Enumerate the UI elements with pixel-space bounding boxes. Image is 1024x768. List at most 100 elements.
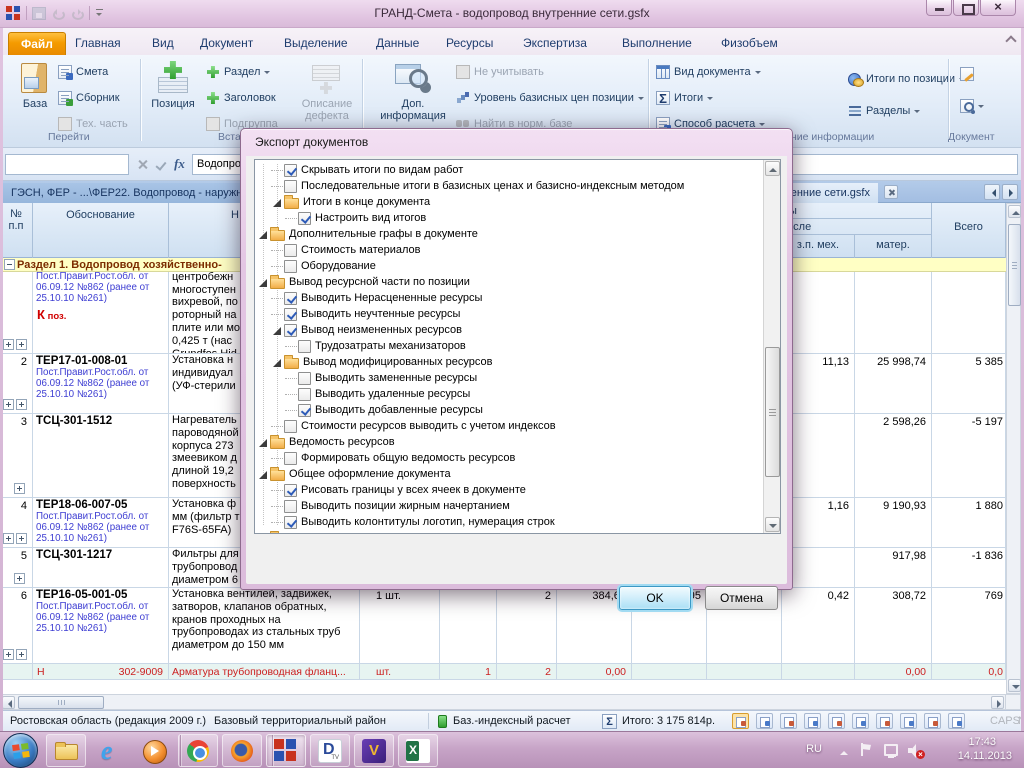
checkbox-checked[interactable] (298, 404, 311, 417)
view-5-icon[interactable] (828, 713, 845, 729)
save-icon[interactable] (32, 7, 46, 20)
checkbox-checked[interactable] (284, 516, 297, 529)
tree-checkbox-item[interactable]: Формировать общую ведомость ресурсов (255, 450, 763, 466)
dialog-scroll-thumb[interactable] (765, 347, 780, 477)
dialog-scrollbar[interactable] (763, 160, 780, 533)
view-6-icon[interactable] (852, 713, 869, 729)
tree-folder-item[interactable]: Итоги в конце документа (255, 194, 763, 210)
smeta-button[interactable]: Смета (58, 61, 108, 83)
tab-Выполнение[interactable]: Выполнение (610, 32, 704, 55)
checkbox-unchecked[interactable] (284, 452, 297, 465)
collapse-section-icon[interactable] (4, 259, 15, 270)
view-3-icon[interactable] (780, 713, 797, 729)
table-row[interactable]: 6ТЕР16-05-001-05Пост.Правит.Рост.обл. от… (0, 588, 1006, 664)
taskbar-vector-app-button[interactable] (354, 734, 394, 767)
function-icon[interactable]: fx (171, 156, 188, 173)
expand-resources-icon[interactable] (3, 533, 14, 544)
tree-folder-item[interactable] (255, 530, 763, 533)
checkbox-unchecked[interactable] (298, 388, 311, 401)
close-tab-icon[interactable] (884, 185, 898, 199)
tab-Физобъем[interactable]: Физобъем (709, 32, 790, 55)
expand-resources-icon[interactable] (3, 399, 14, 410)
start-button[interactable] (3, 733, 38, 768)
tab-Файл[interactable]: Файл (8, 32, 66, 55)
expand-details-icon[interactable] (16, 339, 27, 350)
cell-reference-input[interactable] (5, 154, 129, 175)
tree-checkbox-item[interactable]: Настроить вид итогов (255, 210, 763, 226)
vertical-scroll-thumb[interactable] (1008, 224, 1021, 306)
tree-checkbox-item[interactable]: Выводить замененные ресурсы (255, 370, 763, 386)
tree-checkbox-item[interactable]: Выводить колонтитулы логотип, нумерация … (255, 514, 763, 530)
language-indicator[interactable]: RU (806, 743, 822, 755)
totals-button[interactable]: ΣИтоги (656, 87, 713, 109)
ne-uchityvat-button[interactable]: Не учитывать (456, 61, 544, 83)
checkbox-unchecked[interactable] (284, 500, 297, 513)
tab-Документ[interactable]: Документ (188, 32, 265, 55)
tree-checkbox-item[interactable]: Выводить Нерасцененные ресурсы (255, 290, 763, 306)
checkbox-unchecked[interactable] (284, 260, 297, 273)
tree-expander-icon[interactable] (257, 228, 270, 241)
checkbox-checked[interactable] (284, 308, 297, 321)
tab-scroll-left-icon[interactable] (984, 184, 1000, 200)
checkbox-checked[interactable] (284, 324, 297, 337)
sbornik-button[interactable]: Сборник (58, 87, 120, 109)
taskbar-excel-button[interactable] (398, 734, 438, 767)
checkbox-unchecked[interactable] (284, 244, 297, 257)
expand-details-icon[interactable] (16, 533, 27, 544)
taskbar-internet-explorer-button[interactable] (90, 734, 130, 767)
expand-resources-icon[interactable] (14, 483, 25, 494)
scroll-up-icon[interactable] (1008, 205, 1021, 218)
view-1-icon[interactable] (732, 713, 749, 729)
scroll-up-icon[interactable] (765, 161, 780, 176)
tree-checkbox-item[interactable]: Стоимость материалов (255, 242, 763, 258)
doc-action-button-2[interactable] (960, 95, 984, 117)
checkbox-checked[interactable] (298, 212, 311, 225)
tree-checkbox-item[interactable]: Рисовать границы у всех ячеек в документ… (255, 482, 763, 498)
tree-checkbox-item[interactable]: Выводить добавленные ресурсы (255, 402, 763, 418)
taskbar-media-player-button[interactable] (134, 734, 174, 767)
view-2-icon[interactable] (756, 713, 773, 729)
maximize-button[interactable] (953, 0, 979, 16)
clock-time[interactable]: 17:43 (968, 736, 996, 748)
base-price-level-button[interactable]: Уровень базисных цен позиции (456, 87, 644, 109)
tree-checkbox-item[interactable]: Вывод неизмененных ресурсов (255, 322, 763, 338)
cancel-button[interactable]: Отмена (705, 586, 778, 610)
tree-checkbox-item[interactable]: Последовательные итоги в базисных ценах … (255, 178, 763, 194)
cancel-icon[interactable] (134, 156, 151, 173)
tree-checkbox-item[interactable]: Выводить позиции жирным начертанием (255, 498, 763, 514)
horizontal-scroll-thumb[interactable] (18, 696, 104, 709)
tab-Ресурсы[interactable]: Ресурсы (434, 32, 505, 55)
tree-checkbox-item[interactable]: Оборудование (255, 258, 763, 274)
close-button[interactable] (980, 0, 1016, 16)
tree-folder-item[interactable]: Дополнительные графы в документе (255, 226, 763, 242)
qat-dropdown-icon[interactable] (95, 9, 104, 18)
checkbox-checked[interactable] (284, 164, 297, 177)
view-10-icon[interactable] (948, 713, 965, 729)
undo-icon[interactable] (51, 7, 65, 20)
tab-Вид[interactable]: Вид (140, 32, 186, 55)
horizontal-scrollbar[interactable] (0, 694, 1006, 710)
doc-action-button-1[interactable] (960, 63, 974, 85)
scroll-left-icon[interactable] (2, 696, 15, 709)
expand-resources-icon[interactable] (14, 573, 25, 584)
sections-button[interactable]: Разделы (848, 100, 920, 122)
view-8-icon[interactable] (900, 713, 917, 729)
tab-Данные[interactable]: Данные (364, 32, 431, 55)
tree-expander-icon[interactable] (257, 436, 270, 449)
tab-Главная[interactable]: Главная (63, 32, 133, 55)
view-4-icon[interactable] (804, 713, 821, 729)
checkbox-checked[interactable] (284, 484, 297, 497)
tray-expand-icon[interactable] (840, 747, 848, 755)
checkbox-unchecked[interactable] (298, 372, 311, 385)
volume-muted-icon[interactable]: × (908, 744, 924, 757)
scroll-down-icon[interactable] (1008, 679, 1021, 692)
minimize-button[interactable] (926, 0, 952, 16)
tree-folder-item[interactable]: Общее оформление документа (255, 466, 763, 482)
position-button[interactable]: Позиция (144, 59, 202, 141)
expand-resources-icon[interactable] (3, 339, 14, 350)
tab-Выделение[interactable]: Выделение (272, 32, 360, 55)
tree-folder-item[interactable]: Вывод ресурсной части по позиции (255, 274, 763, 290)
resource-row[interactable]: Н302-9009Арматура трубопроводная фланц..… (0, 664, 1006, 680)
taskbar-dtv-app-button[interactable] (310, 734, 350, 767)
taskbar-explorer-button[interactable] (46, 734, 86, 767)
